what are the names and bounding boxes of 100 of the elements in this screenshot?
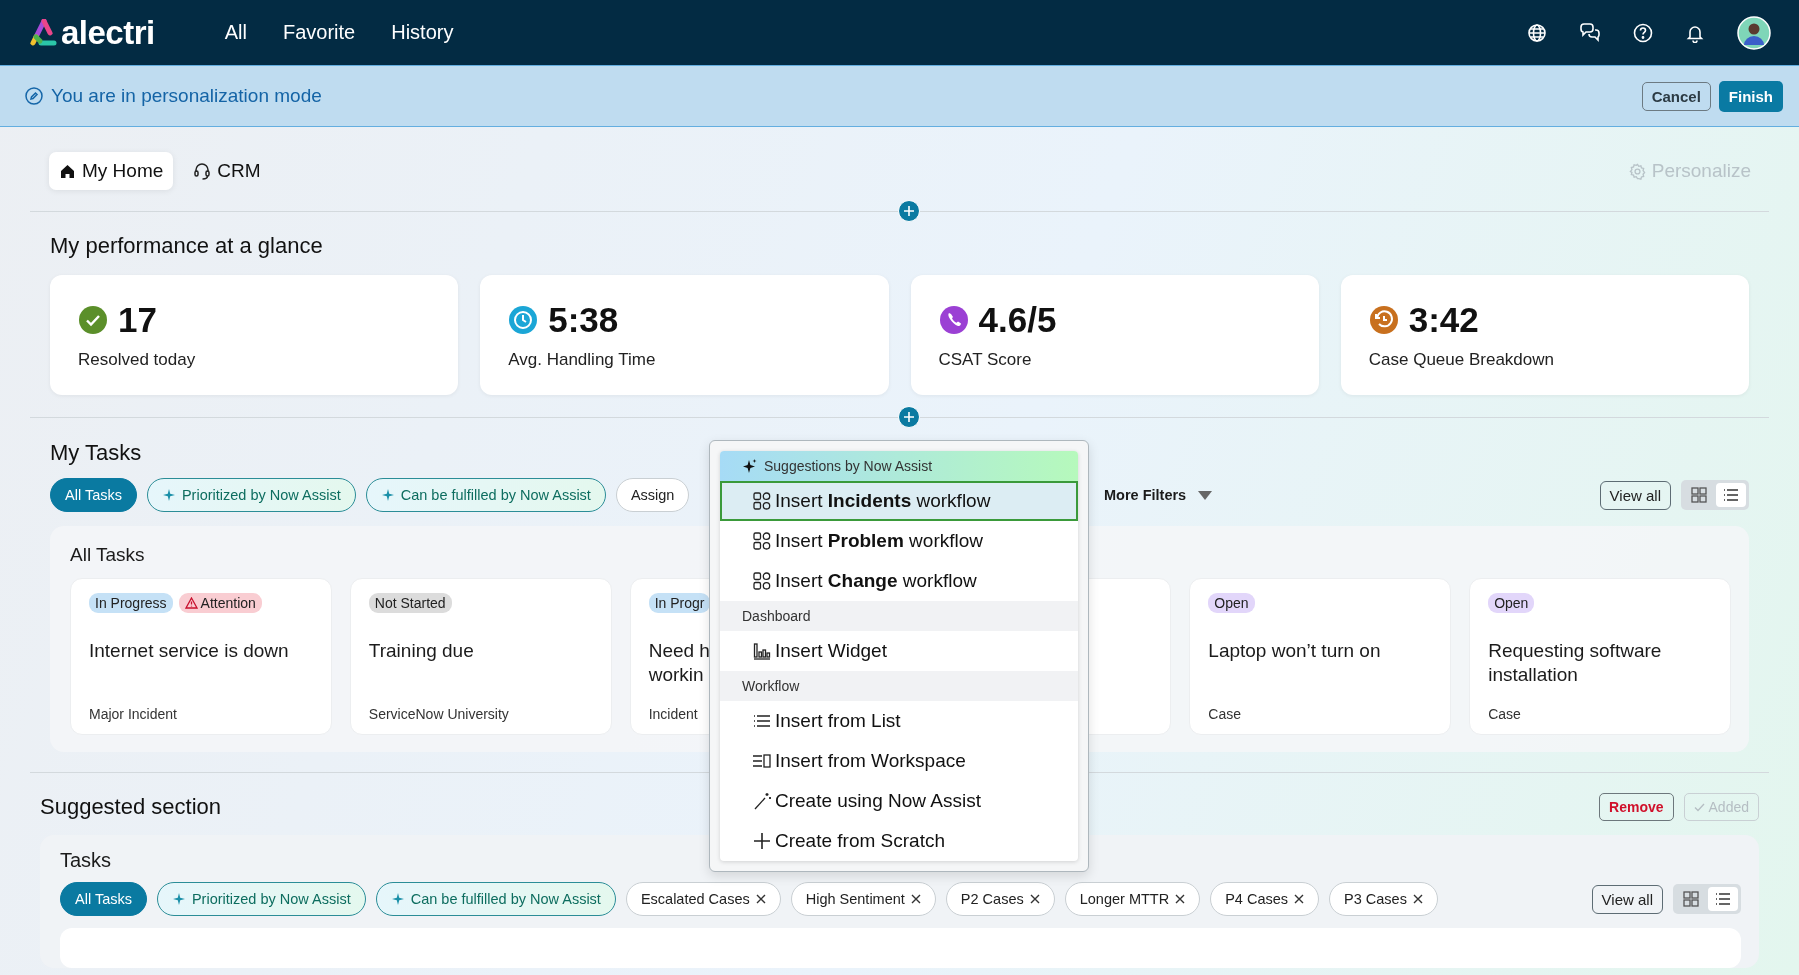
pencil-icon	[25, 87, 43, 105]
list-icon	[1723, 487, 1739, 503]
menu-item[interactable]: Insert from Workspace	[720, 741, 1078, 781]
warning-icon	[184, 597, 198, 609]
page-tab[interactable]: CRM	[183, 152, 271, 190]
logo-icon	[30, 18, 58, 47]
settings-icon	[1628, 162, 1646, 180]
filter-chip[interactable]: P4 Cases	[1210, 882, 1320, 916]
finish-button[interactable]: Finish	[1718, 80, 1783, 112]
bar-chart-icon	[752, 641, 772, 661]
status-tag: In Progress	[89, 593, 173, 613]
add-section-button[interactable]	[898, 200, 920, 222]
task-card[interactable]: Open Requesting software installation Case	[1469, 578, 1731, 735]
metric-label: CSAT Score	[938, 350, 1033, 370]
list-view-button[interactable]	[1708, 887, 1738, 911]
menu-item[interactable]: Insert Widget	[720, 631, 1078, 671]
check-icon	[1693, 802, 1705, 812]
close-icon[interactable]	[910, 894, 921, 904]
task-title: Need h workin	[648, 639, 710, 687]
panel-title: All Tasks	[70, 544, 146, 566]
nav-link[interactable]: Favorite	[282, 21, 356, 44]
filter-chip[interactable]: Can be fulfilled by Now Assist	[365, 478, 606, 512]
menu-item[interactable]: Insert Change workflow	[720, 561, 1078, 601]
close-icon[interactable]	[755, 894, 766, 904]
shapes-icon	[752, 531, 772, 551]
plus-icon	[903, 411, 915, 423]
sparkle-icon	[742, 458, 758, 474]
banner-message: You are in personalization mode	[51, 85, 323, 107]
filter-chip[interactable]: Longer MTTR	[1064, 882, 1201, 916]
cancel-button[interactable]: Cancel	[1641, 81, 1711, 111]
workspace-icon	[752, 751, 772, 771]
task-title: Laptop won’t turn on	[1208, 639, 1381, 663]
grid-icon	[1683, 891, 1699, 907]
metric-label: Resolved today	[78, 350, 197, 370]
home-icon	[59, 162, 76, 180]
status-tag: Attention	[178, 593, 262, 613]
filter-chip[interactable]: Assign	[615, 478, 690, 512]
shapes-icon	[752, 571, 772, 591]
section-title: My Tasks	[49, 439, 142, 466]
globe-icon[interactable]	[1527, 22, 1547, 43]
plus-icon	[752, 831, 772, 851]
filter-chip[interactable]: High Sentiment	[790, 882, 936, 916]
status-tag: Open	[1488, 593, 1535, 613]
task-card[interactable]: Open Laptop won’t turn on Case	[1189, 578, 1452, 735]
nav-link[interactable]: All	[224, 21, 247, 44]
nav-link[interactable]: History	[391, 21, 454, 44]
task-category: Incident	[648, 706, 698, 722]
filter-chip[interactable]: All Tasks	[60, 882, 147, 916]
metric-value: 5:38	[548, 300, 619, 340]
filter-chip[interactable]: P2 Cases	[945, 882, 1055, 916]
task-title: Requesting software installation	[1488, 639, 1663, 687]
menu-item[interactable]: Insert Problem workflow	[720, 521, 1078, 561]
caret-icon	[1198, 490, 1213, 500]
task-title: Internet service is down	[89, 639, 289, 663]
status-tag: In Progr	[648, 593, 711, 613]
close-icon[interactable]	[1294, 894, 1305, 904]
filter-chip[interactable]: Escalated Cases	[625, 882, 781, 916]
grid-icon	[1691, 487, 1707, 503]
chat-icon[interactable]	[1579, 22, 1601, 43]
section-title: My performance at a glance	[49, 232, 323, 259]
filter-chip[interactable]: P3 Cases	[1329, 882, 1438, 916]
view-all-button[interactable]: View all	[1591, 884, 1663, 914]
task-category: ServiceNow University	[368, 706, 509, 722]
task-category: Case	[1208, 706, 1241, 722]
list-view-button[interactable]	[1716, 483, 1746, 507]
section-title: Suggested section	[40, 794, 222, 820]
task-category: Case	[1488, 706, 1521, 722]
close-icon[interactable]	[1175, 894, 1186, 904]
more-filters-dropdown[interactable]: More Filters	[1098, 486, 1219, 504]
filter-chip[interactable]: Prioritized by Now Assist	[146, 478, 356, 512]
metric-label: Avg. Handling Time	[508, 350, 657, 370]
menu-item[interactable]: Create using Now Assist	[720, 781, 1078, 821]
menu-section-header: Workflow	[720, 671, 1078, 701]
page-tab[interactable]: My Home	[49, 152, 174, 190]
headset-icon	[193, 162, 212, 180]
metric-label: Case Queue Breakdown	[1368, 350, 1555, 370]
add-section-button[interactable]	[898, 406, 920, 428]
avatar[interactable]	[1737, 15, 1771, 50]
view-all-button[interactable]: View all	[1599, 480, 1671, 510]
help-icon[interactable]	[1633, 22, 1653, 43]
menu-item[interactable]: Insert Incidents workflow	[720, 481, 1078, 521]
brand-logo[interactable]: alectri	[61, 13, 155, 52]
wand-icon	[752, 791, 772, 811]
status-tag: Open	[1208, 593, 1255, 613]
menu-section-header: Dashboard	[720, 601, 1078, 631]
menu-item[interactable]: Create from Scratch	[720, 821, 1078, 861]
task-card[interactable]: In Progress Attention Internet service is down Major Incident	[70, 578, 332, 735]
filter-chip[interactable]: All Tasks	[50, 478, 137, 512]
filter-chip[interactable]: Can be fulfilled by Now Assist	[375, 882, 616, 916]
panel-title: Tasks	[60, 849, 113, 872]
filter-chip[interactable]: Prioritized by Now Assist	[156, 882, 366, 916]
remove-button[interactable]: Remove	[1599, 793, 1674, 821]
metric-value: 3:42	[1408, 300, 1479, 340]
task-card[interactable]: Not Started Training due ServiceNow University	[349, 578, 612, 735]
menu-item[interactable]: Insert from List	[720, 701, 1078, 741]
task-title: Training due	[368, 639, 474, 663]
status-tag: Not Started	[368, 593, 452, 613]
metric-value: 17	[118, 300, 157, 340]
close-icon[interactable]	[1029, 894, 1040, 904]
close-icon[interactable]	[1412, 894, 1423, 904]
